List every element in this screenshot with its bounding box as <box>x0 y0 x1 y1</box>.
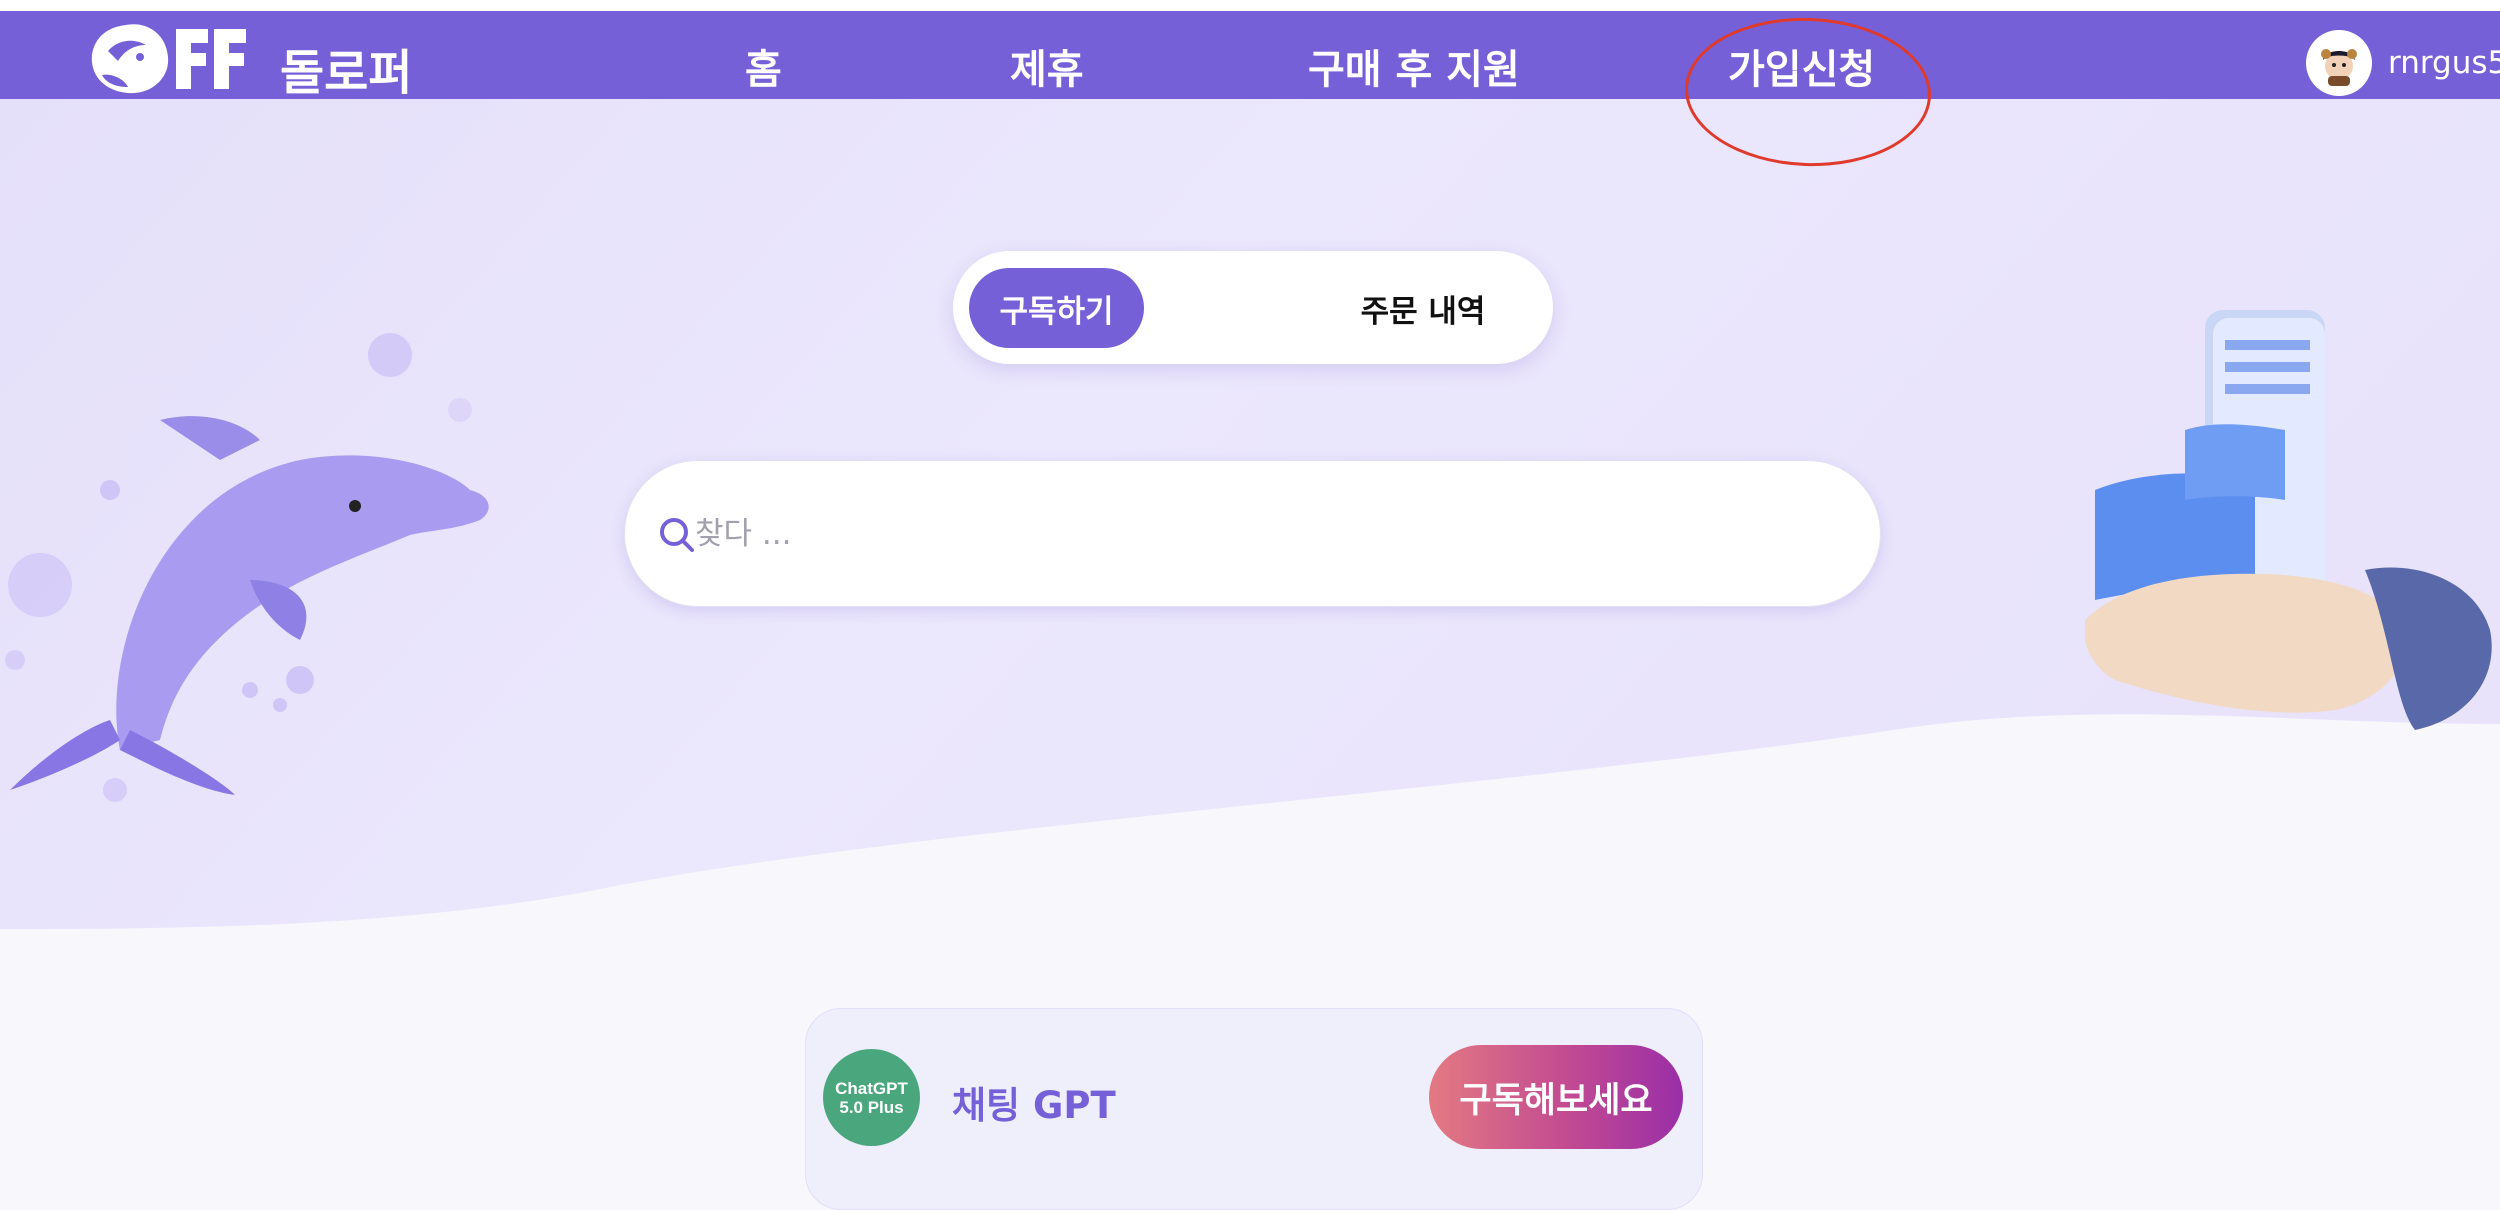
search-bar[interactable] <box>624 460 1881 607</box>
logo-line-1: ChatGPT <box>835 1078 908 1098</box>
nav-after-purchase-support[interactable]: 구매 후 지원 <box>1308 37 1520 95</box>
tab-order-history[interactable]: 주문 내역 <box>1323 268 1523 348</box>
username[interactable]: rnrgus58 <box>2388 45 2500 81</box>
avatar-icon <box>2321 49 2357 86</box>
tab-subscribe[interactable]: 구독하기 <box>969 268 1144 348</box>
brand-logo[interactable] <box>88 17 248 97</box>
nav-home[interactable]: 홈 <box>745 37 782 95</box>
top-navbar: 돌로퍼 홈 제휴 구매 후 지원 가입신청 rnrgus58 <box>0 11 2500 101</box>
search-icon <box>660 518 694 552</box>
logo-line-2: 5.0 Plus <box>839 1097 904 1117</box>
card-title: 채팅 GPT <box>952 1084 1116 1127</box>
dolphin-illustration <box>5 333 489 802</box>
search-input[interactable] <box>693 503 1797 565</box>
brand-name[interactable]: 돌로퍼 <box>280 33 412 103</box>
top-strip <box>0 0 2500 11</box>
nav-partnership[interactable]: 제휴 <box>1010 37 1084 95</box>
subscribe-button[interactable]: 구독해보세요 <box>1429 1045 1683 1149</box>
user-avatar[interactable] <box>2306 30 2372 96</box>
hand-document-illustration <box>2085 310 2492 730</box>
chatgpt-logo: ChatGPT 5.0 Plus <box>823 1049 920 1146</box>
tab-toggle: 구독하기 주문 내역 <box>953 251 1553 364</box>
